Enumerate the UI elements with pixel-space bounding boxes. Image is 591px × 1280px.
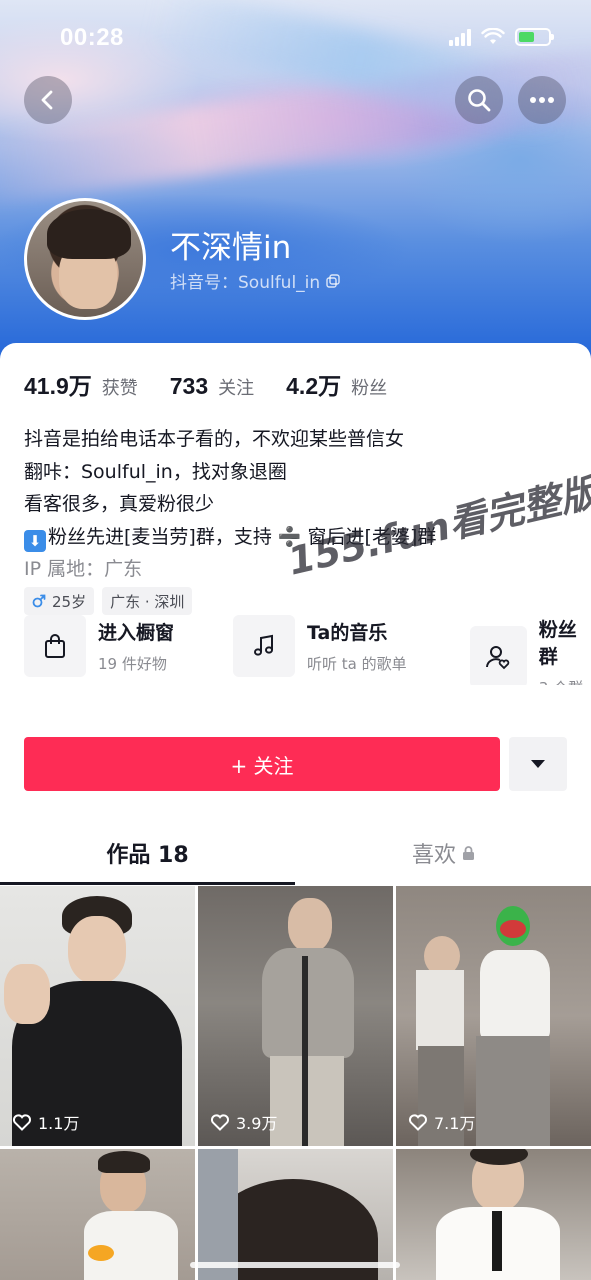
search-button[interactable]: [455, 76, 503, 124]
status-icons: [449, 28, 554, 46]
male-gender-icon: [32, 594, 46, 608]
wifi-icon: [481, 28, 505, 44]
profile-stats: 41.9万 获赞 733 关注 4.2万 粉丝: [24, 367, 419, 401]
location-tag: 广东 · 深圳: [102, 587, 193, 615]
shop-window-entry[interactable]: 进入橱窗 19 件好物: [24, 615, 174, 677]
music-note-icon: [233, 615, 295, 677]
follow-button[interactable]: + 关注: [24, 737, 500, 791]
bio-line: 翻咔：Soulful_in，找对象退圈: [24, 460, 287, 483]
feature-subtitle: 听听 ta 的歌单: [307, 655, 407, 673]
douyin-id-text: 抖音号：Soulful_in: [170, 273, 321, 293]
douyin-id[interactable]: 抖音号：Soulful_in: [170, 268, 340, 293]
more-options-button[interactable]: [518, 76, 566, 124]
feature-entries: 进入橱窗 19 件好物 Ta的音乐 听听 ta 的歌单 粉丝群: [24, 615, 591, 685]
video-thumbnail[interactable]: [396, 1149, 591, 1280]
stat-value: 41.9万: [24, 373, 92, 399]
likes-count: 3.9万: [236, 1114, 278, 1133]
music-entry[interactable]: Ta的音乐 听听 ta 的歌单: [233, 615, 407, 677]
age-text: 25岁: [52, 592, 87, 611]
stat-likes[interactable]: 41.9万 获赞: [24, 367, 138, 401]
caret-down-icon: [531, 760, 545, 768]
heart-icon: [211, 1114, 229, 1131]
heart-icon: [13, 1114, 31, 1131]
video-thumbnail[interactable]: [198, 1149, 393, 1280]
chevron-left-icon: [41, 90, 53, 110]
recommend-dropdown-button[interactable]: [509, 737, 567, 791]
age-tag: 25岁: [24, 587, 95, 615]
video-likes: 7.1万: [408, 1110, 475, 1134]
stat-label: 关注: [218, 378, 255, 399]
feature-subtitle: 3 个群: [539, 677, 591, 685]
likes-count: 1.1万: [38, 1114, 80, 1133]
video-likes: 3.9万: [210, 1110, 277, 1134]
tab-label: 喜欢: [411, 843, 456, 868]
heart-icon: [409, 1114, 427, 1131]
profile-tags: 25岁 广东 · 深圳: [24, 587, 193, 615]
stat-followers[interactable]: 4.2万 粉丝: [286, 367, 387, 401]
stat-value: 733: [169, 373, 209, 399]
video-thumbnail[interactable]: 1.1万: [0, 886, 195, 1146]
video-thumbnail[interactable]: 3.9万: [198, 886, 393, 1146]
tab-works[interactable]: 作品 18: [0, 821, 295, 885]
battery-icon: [515, 28, 554, 46]
video-thumbnail[interactable]: [0, 1149, 195, 1280]
bio-line: 抖音是拍给电话本子看的，不欢迎某些普信女: [24, 428, 405, 450]
stat-label: 粉丝: [351, 378, 388, 399]
video-likes: 1.1万: [12, 1110, 79, 1134]
tab-likes[interactable]: 喜欢: [296, 821, 591, 885]
content-tabs: 作品 18 喜欢: [0, 821, 591, 885]
copy-icon[interactable]: [326, 273, 340, 288]
stat-label: 获赞: [101, 378, 138, 399]
feature-title: Ta的音乐: [307, 622, 388, 644]
video-thumbnail[interactable]: 7.1万: [396, 886, 591, 1146]
home-indicator: [190, 1262, 400, 1268]
avatar[interactable]: [24, 198, 146, 320]
shopping-bag-icon: [24, 615, 86, 677]
cellular-signal-icon: [449, 28, 471, 46]
down-arrow-emoji-icon: ⬇: [24, 529, 46, 552]
stat-following[interactable]: 733 关注: [170, 373, 254, 400]
status-time: 00:28: [60, 24, 124, 51]
lock-icon: [463, 845, 474, 860]
search-icon: [468, 89, 491, 112]
feature-title: 进入橱窗: [98, 622, 175, 644]
stat-value: 4.2万: [286, 373, 342, 399]
video-grid: 1.1万 3.9万 7.1万: [0, 886, 591, 1280]
profile-nickname: 不深情in: [170, 230, 292, 266]
fan-group-icon: [470, 625, 527, 685]
feature-subtitle: 19 件好物: [98, 655, 167, 673]
more-dots-icon: [530, 97, 554, 103]
back-button[interactable]: [24, 76, 72, 124]
fan-group-entry[interactable]: 粉丝群 3 个群: [470, 615, 591, 685]
location-text: 广东 · 深圳: [110, 592, 185, 611]
feature-title: 粉丝群: [538, 619, 577, 668]
likes-count: 7.1万: [434, 1114, 476, 1133]
